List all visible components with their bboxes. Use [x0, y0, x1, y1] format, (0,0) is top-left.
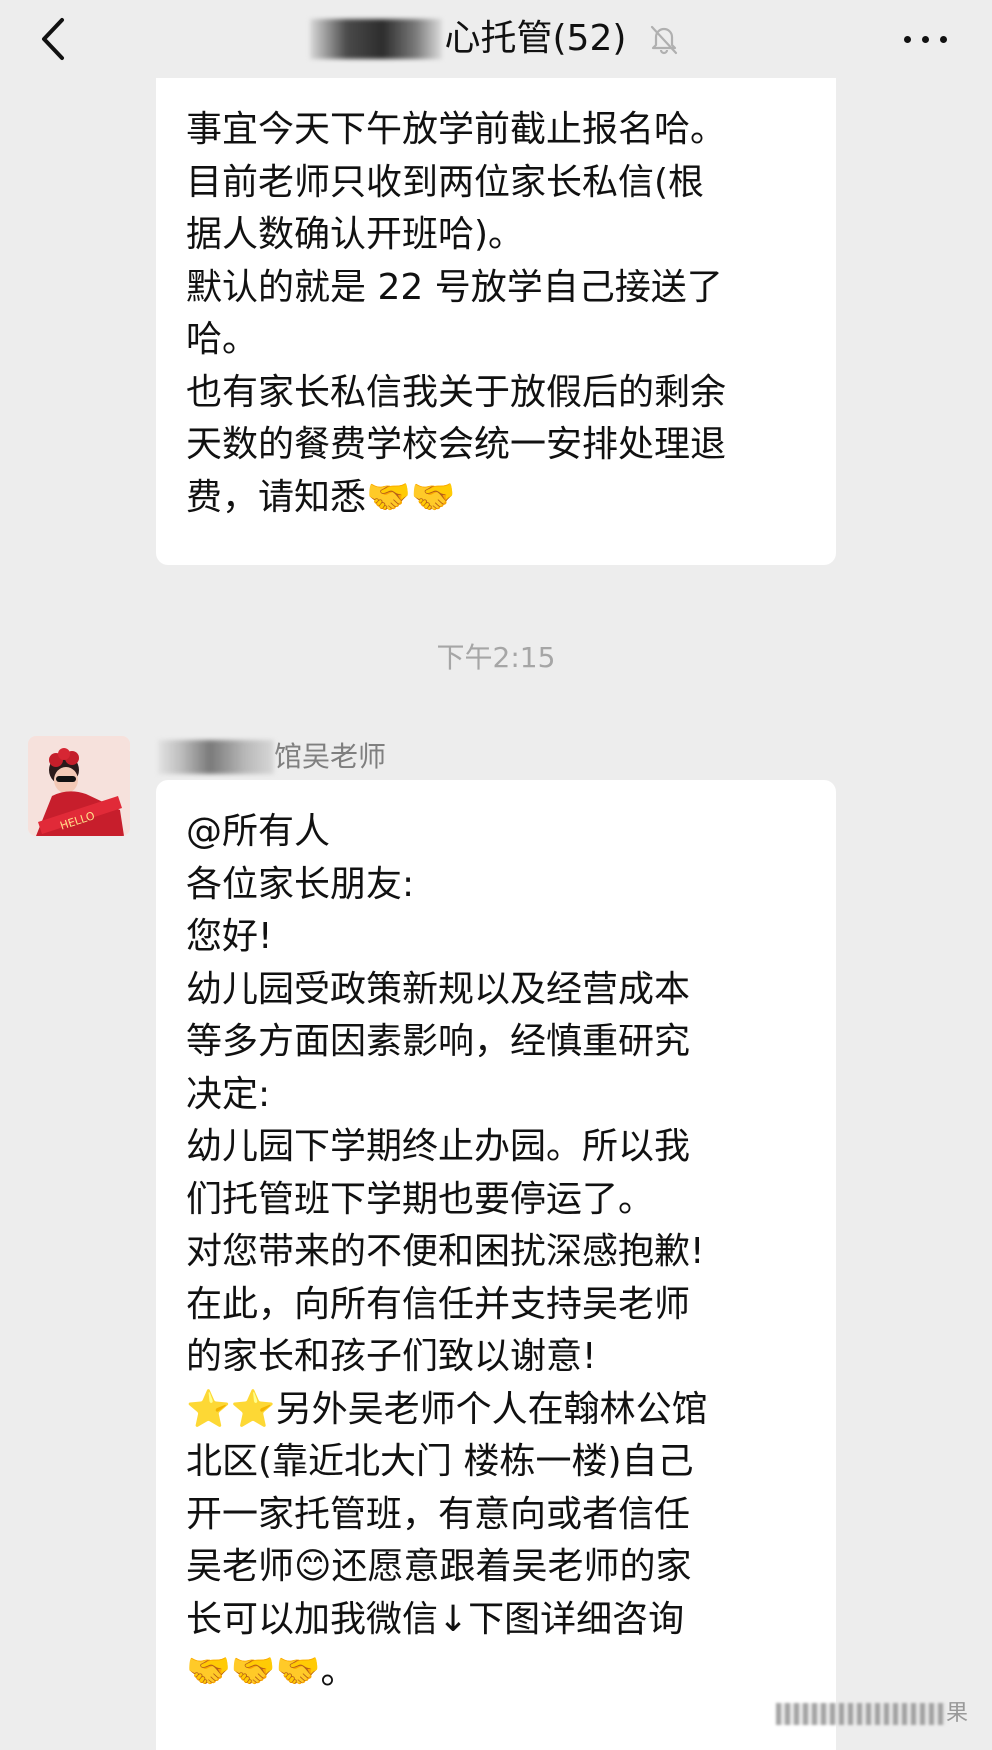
message-line: 长可以加我微信↓下图详细咨询: [186, 1598, 685, 1640]
message-line: 开一家托管班，有意向或者信任: [186, 1493, 691, 1535]
avatar-image: HELLO: [28, 736, 130, 836]
message-line: 等多方面因素影响，经慎重研究: [186, 1021, 691, 1062]
chat-screen: 心托管(52) ■■■■■■■■■■■■■■■■ 事宜今天下午放学前截止报名哈。…: [0, 0, 992, 1750]
message-line: 哈。: [186, 319, 259, 360]
dot: [940, 36, 947, 43]
message-line: 事宜今天下午放学前截止报名哈。: [186, 109, 727, 150]
group-name: 心托管: [444, 18, 553, 59]
message-line: 费，请知悉🤝🤝: [186, 476, 456, 518]
message-line: 🤝🤝🤝。: [186, 1651, 357, 1692]
message-bubble-announcement[interactable]: @所有人 各位家长朋友: 您好! 幼儿园受政策新规以及经营成本 等多方面因素影响…: [156, 780, 836, 1750]
message-line: ⭐⭐另外吴老师个人在翰林公馆: [186, 1388, 708, 1430]
message-line: 幼儿园受政策新规以及经营成本: [186, 968, 691, 1010]
message-line: 也有家长私信我关于放假后的剩余: [186, 371, 727, 413]
dot: [922, 36, 929, 43]
message-line: 北区(靠近北大门 楼栋一楼)自己: [186, 1441, 694, 1482]
message-line: 的家长和孩子们致以谢意!: [186, 1336, 597, 1377]
message-bubble-previous[interactable]: ■■■■■■■■■■■■■■■■ 事宜今天下午放学前截止报名哈。 目前老师只收到…: [156, 60, 836, 565]
message-text: 事宜今天下午放学前截止报名哈。 目前老师只收到两位家长私信(根 据人数确认开班哈…: [186, 104, 816, 524]
message-line: 目前老师只收到两位家长私信(根: [186, 161, 705, 203]
watermark-blur: [775, 1703, 946, 1725]
message-line: @所有人: [186, 811, 331, 852]
more-button[interactable]: [898, 22, 954, 56]
message-line: 默认的就是 22 号放学自己接送了: [186, 266, 723, 308]
message-line: 对您带来的不便和困扰深感抱歉!: [186, 1231, 705, 1272]
chat-title: 心托管(52): [0, 12, 992, 66]
message-line: 吴老师😊还愿意跟着吴老师的家: [186, 1546, 692, 1587]
chat-header: 心托管(52): [0, 0, 992, 78]
watermark: 果: [758, 1692, 968, 1736]
message-line: 天数的餐费学校会统一安排处理退: [186, 424, 727, 465]
message-line: 在此，向所有信任并支持吴老师: [186, 1283, 691, 1325]
message-timestamp: 下午2:15: [436, 641, 556, 674]
message-line: 决定:: [186, 1073, 271, 1115]
dot: [904, 36, 911, 43]
message-text: @所有人 各位家长朋友: 您好! 幼儿园受政策新规以及经营成本 等多方面因素影响…: [186, 806, 826, 1699]
message-line: 各位家长朋友:: [186, 863, 415, 905]
member-count: (52): [552, 18, 627, 59]
redacted-name: [158, 740, 274, 774]
message-line: 据人数确认开班哈)。: [186, 214, 525, 255]
sender-avatar[interactable]: HELLO: [28, 736, 130, 836]
redacted-title: [310, 19, 443, 59]
message-line: 幼儿园下学期终止办园。所以我: [186, 1126, 691, 1167]
message-line: 们托管班下学期也要停运了。: [186, 1178, 655, 1220]
bell-off-icon: [650, 25, 677, 55]
message-line: 您好!: [186, 916, 273, 957]
sender-name: 馆吴老师: [158, 738, 386, 776]
